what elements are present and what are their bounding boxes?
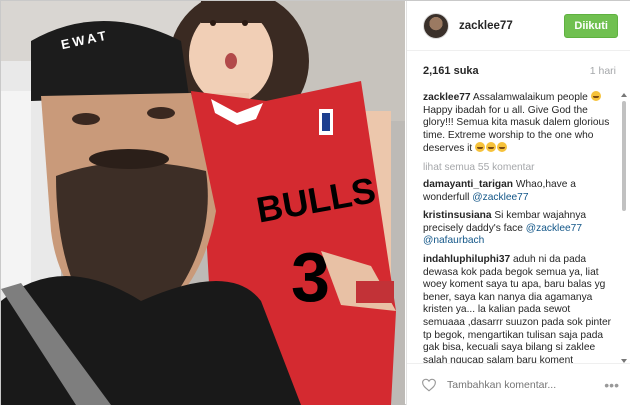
scroll-thumb[interactable] xyxy=(622,101,626,211)
username-link[interactable]: zacklee77 xyxy=(459,20,564,32)
caption-text: Assalamwalaikum people xyxy=(472,92,588,103)
add-comment-input[interactable] xyxy=(447,378,605,391)
view-all-comments-link[interactable]: lihat semua 55 komentar xyxy=(423,162,611,173)
comment-item: damayanti_tarigan Whao,have a wonderfull… xyxy=(423,179,611,204)
comment-username[interactable]: damayanti_tarigan xyxy=(423,179,513,190)
comment-username[interactable]: indahluphiluphi37 xyxy=(423,254,510,265)
comment-username[interactable]: kristinsusiana xyxy=(423,210,492,221)
post-time[interactable]: 1 hari xyxy=(590,65,616,77)
mention-link[interactable]: @zacklee77 xyxy=(526,223,582,234)
caption-text-2: Happy ibadah for u all. Give God the glo… xyxy=(423,104,610,155)
comments-list: zacklee77 Assalamwalaikum people Happy i… xyxy=(407,91,630,363)
instagram-post-modal: BULLS 3 EWAT zacklee77 Diikuti 2,161 suk… xyxy=(0,0,630,405)
heart-icon[interactable] xyxy=(421,378,437,392)
post-header: zacklee77 Diikuti xyxy=(407,1,630,51)
comment-item: kristinsusiana Si kembar wajahnya precis… xyxy=(423,210,611,248)
grinning-emoji-icon xyxy=(590,91,601,101)
post-sidebar: zacklee77 Diikuti 2,161 suka 1 hari zack… xyxy=(406,1,630,405)
follow-button[interactable]: Diikuti xyxy=(564,13,618,38)
grinning-emoji-icon xyxy=(486,142,497,153)
mention-link[interactable]: @zacklee77 xyxy=(472,192,528,203)
caption-username[interactable]: zacklee77 xyxy=(423,92,471,103)
caption: zacklee77 Assalamwalaikum people Happy i… xyxy=(423,91,611,156)
likes-count[interactable]: 2,161 suka xyxy=(423,65,479,77)
comment-text: aduh ni da pada dewasa kok pada begok se… xyxy=(423,253,612,363)
post-footer: ••• xyxy=(407,363,630,405)
scroll-up-icon[interactable] xyxy=(621,93,627,97)
jersey-number: 3 xyxy=(291,238,330,316)
comments-scrollbar[interactable] xyxy=(621,93,627,363)
grinning-emoji-icon xyxy=(497,142,508,153)
grinning-emoji-icon xyxy=(475,142,486,153)
selfie-image: BULLS 3 EWAT xyxy=(1,1,405,405)
post-stats: 2,161 suka 1 hari xyxy=(407,51,630,91)
post-photo[interactable]: BULLS 3 EWAT xyxy=(1,1,405,405)
more-options-icon[interactable]: ••• xyxy=(604,378,619,392)
comment-item: indahluphiluphi37 aduh ni da pada dewasa… xyxy=(423,254,611,363)
mention-link[interactable]: @nafaurbach xyxy=(423,235,484,246)
user-avatar[interactable] xyxy=(423,12,449,39)
